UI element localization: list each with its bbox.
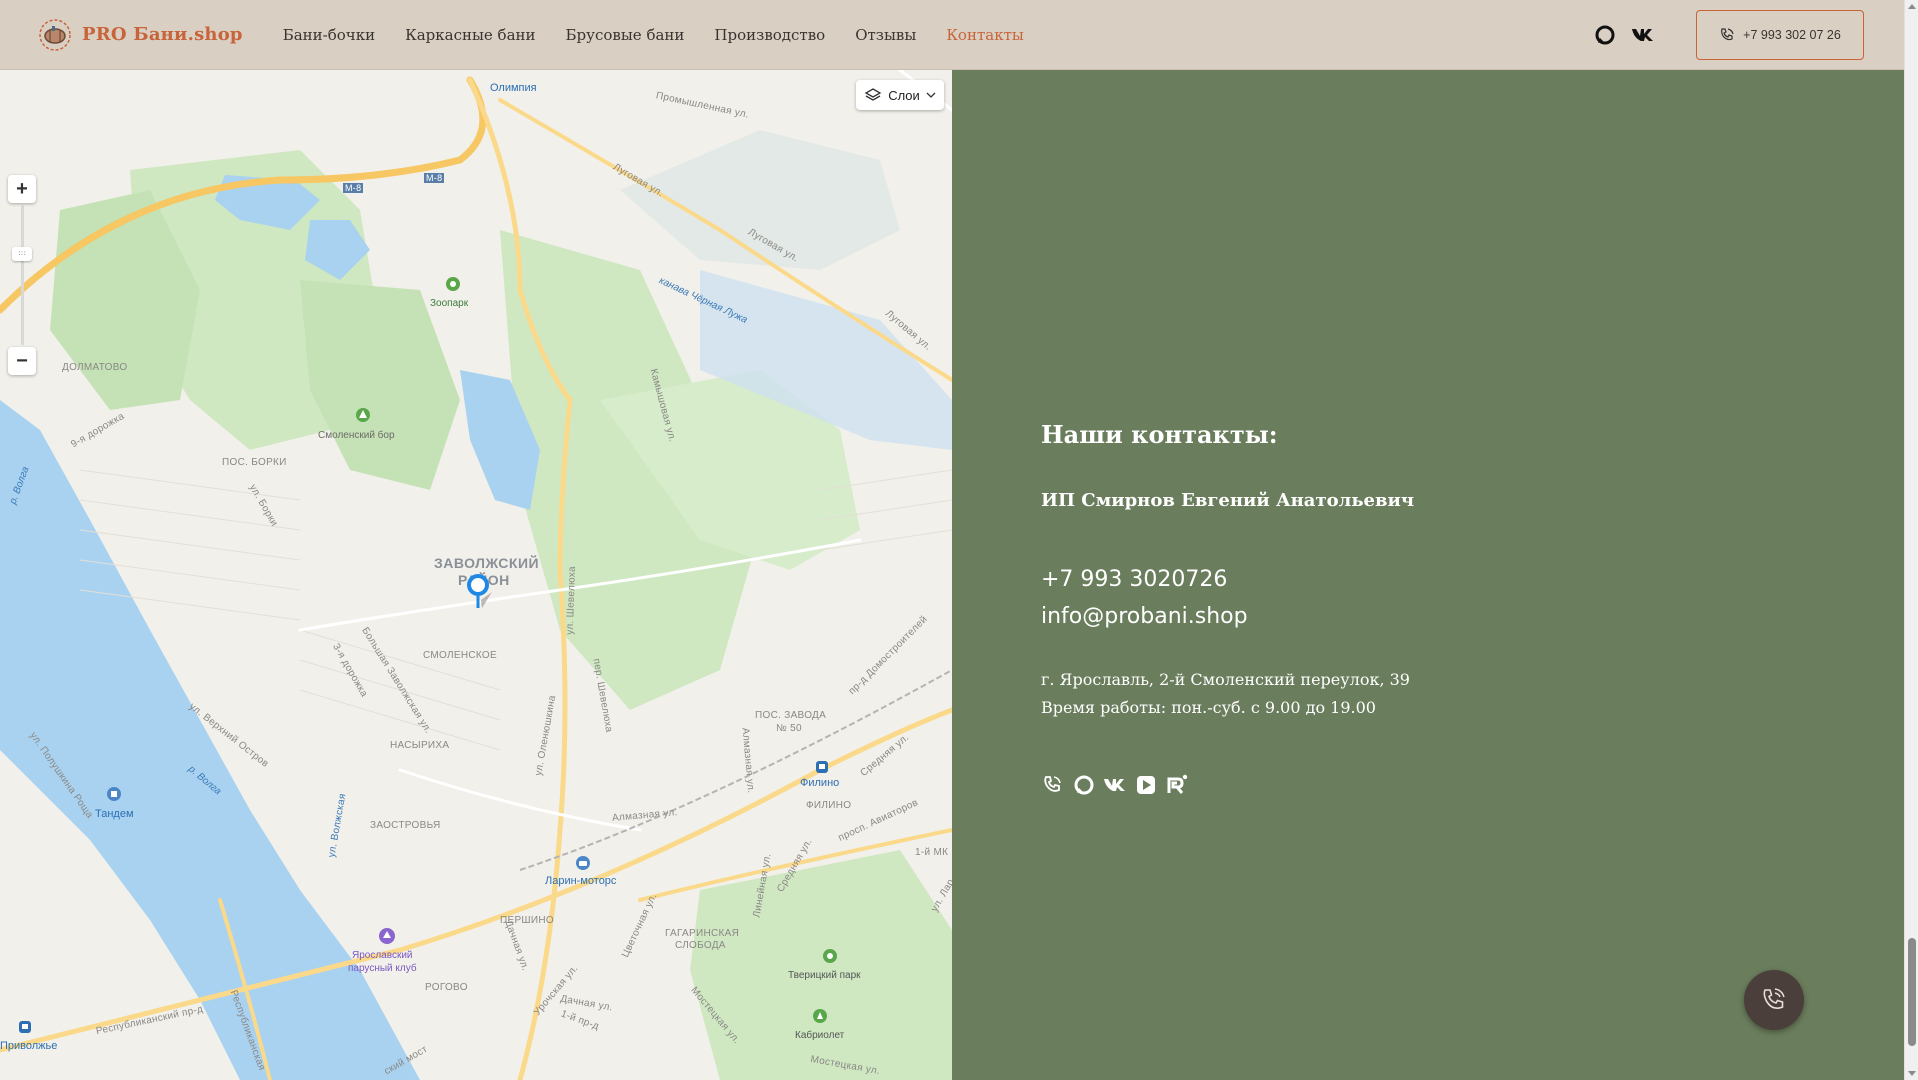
main-nav: Бани-бочки Каркасные бани Брусовые бани … — [283, 26, 1054, 44]
floating-call-button[interactable] — [1744, 970, 1804, 1030]
map-label: Тандем — [95, 808, 134, 820]
youtube-icon[interactable] — [1134, 773, 1158, 797]
nav-item-brusovye[interactable]: Брусовые бани — [566, 26, 685, 44]
map-label: ЗАОСТРОВЬЯ — [370, 820, 441, 831]
map-label: ЗАВОЛЖСКИЙ — [434, 555, 540, 571]
logo-text: PRO Бани.shop — [82, 24, 243, 45]
map-layers-button[interactable]: Слои — [856, 80, 944, 110]
train-station-icon[interactable] — [18, 1020, 32, 1034]
map-label: М-8 — [424, 173, 445, 183]
map-label: ДОЛМАТОВО — [62, 362, 128, 373]
map-label: Тверицкий парк — [788, 970, 861, 981]
shop-poi-icon[interactable] — [106, 786, 122, 802]
contacts-title: Наши контакты: — [1041, 420, 1278, 449]
phone-icon[interactable] — [1041, 773, 1065, 797]
map-label: Филино — [800, 777, 840, 789]
vk-icon[interactable] — [1630, 22, 1656, 48]
map-label: ФИЛИНО — [806, 800, 852, 811]
header-phone-text: +7 993 302 07 26 — [1743, 28, 1841, 42]
zoom-control: + ::: − — [8, 175, 36, 375]
map-label: ГАГАРИНСКАЯ — [665, 928, 740, 939]
park-poi-icon[interactable] — [812, 1008, 828, 1024]
map-label: Приволжье — [0, 1040, 58, 1052]
location-pin-icon[interactable] — [464, 570, 498, 610]
contact-phone-link[interactable]: +7 993 3020726 — [1041, 567, 1227, 592]
park-poi-icon[interactable] — [822, 948, 838, 964]
whatsapp-icon[interactable] — [1592, 22, 1618, 48]
phone-icon — [1721, 28, 1734, 41]
contact-social-links — [1041, 773, 1196, 797]
logo-icon — [39, 18, 71, 51]
zoo-poi-icon[interactable] — [445, 276, 461, 292]
scroll-down-arrow[interactable] — [1908, 1071, 1916, 1076]
map-label: СМОЛЕНСКОЕ — [423, 650, 497, 661]
map-label: Смоленский бор — [318, 430, 395, 441]
map-label: М-8 — [343, 183, 364, 193]
contact-email-link[interactable]: info@probani.shop — [1041, 604, 1248, 629]
map-layers-label: Слои — [888, 87, 920, 103]
map-label: ПОС. БОРКИ — [222, 457, 287, 468]
layers-icon — [864, 88, 882, 101]
header-phone-button[interactable]: +7 993 302 07 26 — [1696, 10, 1864, 60]
nav-item-proizvodstvo[interactable]: Производство — [714, 26, 825, 44]
car-service-icon[interactable] — [575, 855, 591, 871]
site-header: PRO Бани.shop Бани-бочки Каркасные бани … — [0, 0, 1904, 70]
whatsapp-icon[interactable] — [1072, 773, 1096, 797]
logo[interactable]: PRO Бани.shop — [38, 18, 243, 52]
map-label: СЛОБОДА — [675, 940, 726, 951]
map-label: Зоопарк — [430, 298, 469, 309]
map-label: № 50 — [776, 723, 802, 734]
map-label: Ларин-моторс — [545, 875, 617, 887]
contacts-panel: Наши контакты: ИП Смирнов Евгений Анатол… — [952, 70, 1904, 1080]
scroll-up-arrow[interactable] — [1908, 4, 1916, 9]
map-label: ПОС. ЗАВОДА — [755, 710, 827, 721]
rutube-icon[interactable] — [1165, 773, 1189, 797]
header-actions: +7 993 302 07 26 — [1592, 10, 1864, 60]
page-scrollbar[interactable] — [1904, 0, 1918, 1080]
yacht-club-icon[interactable] — [378, 927, 396, 945]
nav-item-kontakty[interactable]: Контакты — [946, 26, 1024, 44]
yandex-map[interactable]: Олимпия Промышленная ул. М-8 М-8 Луговая… — [0, 70, 952, 1080]
vk-icon[interactable] — [1103, 773, 1127, 797]
map-label: РОГОВО — [425, 982, 468, 993]
zoom-slider-track[interactable] — [21, 205, 24, 345]
company-name: ИП Смирнов Евгений Анатольевич — [1041, 490, 1415, 511]
phone-icon — [1763, 988, 1785, 1009]
map-label: НАСЫРИХА — [390, 740, 450, 751]
map-label: Ярославский — [352, 950, 413, 961]
zoom-out-button[interactable]: − — [8, 347, 36, 375]
scroll-thumb[interactable] — [1908, 938, 1916, 1046]
park-poi-icon[interactable] — [355, 407, 371, 423]
map-label: парусный клуб — [348, 963, 417, 974]
contact-address: г. Ярославль, 2-й Смоленский переулок, 3… — [1041, 670, 1410, 689]
map-label: Олимпия — [490, 82, 537, 94]
nav-item-otzyvy[interactable]: Отзывы — [855, 26, 916, 44]
nav-item-karkasnye[interactable]: Каркасные бани — [405, 26, 535, 44]
contact-hours: Время работы: пон.-суб. с 9.00 до 19.00 — [1041, 698, 1376, 717]
train-station-icon[interactable] — [815, 760, 829, 774]
zoom-in-button[interactable]: + — [8, 175, 36, 203]
map-label: Кабриолет — [795, 1030, 845, 1041]
zoom-slider-handle[interactable]: ::: — [12, 247, 32, 261]
chevron-down-icon — [926, 92, 936, 98]
map-label: 1-й МК — [915, 847, 949, 858]
nav-item-bani-bochki[interactable]: Бани-бочки — [283, 26, 375, 44]
